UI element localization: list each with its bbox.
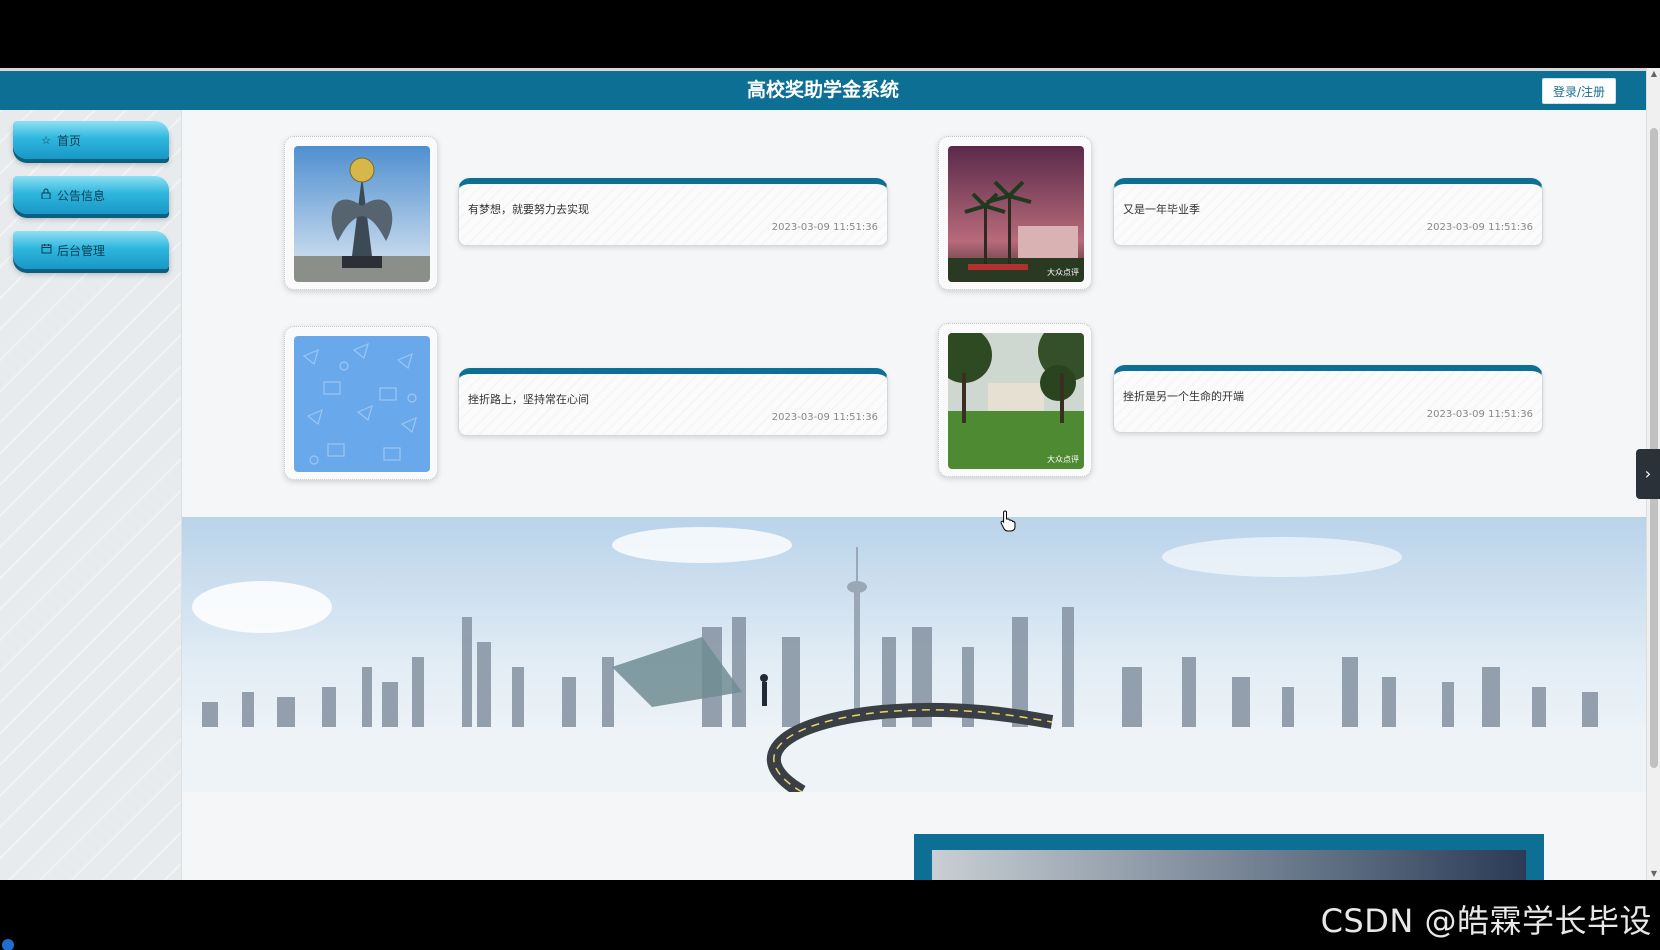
news-thumbnail[interactable]: [284, 136, 438, 290]
csdn-watermark: CSDN @皓霖学长毕设: [1320, 902, 1652, 940]
news-title: 挫折路上，坚持常在心间: [468, 393, 589, 406]
star-icon: ☆: [41, 133, 51, 147]
news-date: 2023-03-09 11:51:36: [771, 412, 878, 423]
sidebar-item-label: 公告信息: [57, 188, 106, 203]
city-skyline-banner: [182, 517, 1646, 792]
main-content: 有梦想，就要努力去实现 2023-03-09 11:51:36 大众点评 又是一…: [182, 110, 1646, 880]
news-title: 挫折是另一个生命的开端: [1123, 390, 1244, 403]
video-letterbox-top: [0, 0, 1660, 68]
news-date: 2023-03-09 11:51:36: [1426, 222, 1533, 233]
sidebar-item-label: 首页: [57, 133, 82, 148]
lock-icon: [39, 188, 53, 202]
featured-image: [932, 850, 1526, 880]
image-watermark: 大众点评: [1047, 268, 1079, 277]
news-title: 又是一年毕业季: [1123, 203, 1200, 216]
sidebar-item-label: 后台管理: [57, 243, 106, 258]
featured-card[interactable]: [914, 834, 1544, 880]
news-card[interactable]: 又是一年毕业季 2023-03-09 11:51:36: [1113, 178, 1543, 246]
news-thumbnail[interactable]: [284, 326, 438, 480]
campus-palm-image: 大众点评: [948, 146, 1084, 282]
news-date: 2023-03-09 11:51:36: [771, 222, 878, 233]
scroll-up-icon[interactable]: ▲: [1647, 68, 1660, 80]
chevron-right-icon: ›: [1644, 464, 1652, 483]
news-title: 有梦想，就要努力去实现: [468, 203, 589, 216]
app-window: 高校奖助学金系统 登录/注册 ☆ 首页 公告信息 后台管理 有梦想，就要努力去实…: [0, 68, 1660, 880]
progress-dot: [2, 939, 14, 950]
sidebar-item-home[interactable]: ☆ 首页: [13, 121, 169, 159]
image-watermark: 大众点评: [1047, 455, 1079, 464]
news-card[interactable]: 挫折路上，坚持常在心间 2023-03-09 11:51:36: [458, 368, 888, 436]
scroll-thumb[interactable]: [1650, 128, 1658, 768]
news-thumbnail[interactable]: 大众点评: [938, 323, 1092, 477]
pattern-image: [294, 336, 430, 472]
scroll-down-icon[interactable]: ▼: [1647, 868, 1660, 880]
login-register-button[interactable]: 登录/注册: [1541, 78, 1616, 104]
sidebar-item-admin[interactable]: 后台管理: [13, 231, 169, 269]
side-panel-toggle[interactable]: ›: [1636, 449, 1660, 499]
sidebar: ☆ 首页 公告信息 后台管理: [0, 110, 182, 880]
calendar-icon: [39, 243, 53, 257]
news-card[interactable]: 挫折是另一个生命的开端 2023-03-09 11:51:36: [1113, 365, 1543, 433]
news-thumbnail[interactable]: 大众点评: [938, 136, 1092, 290]
site-title: 高校奖助学金系统: [746, 79, 899, 101]
news-date: 2023-03-09 11:51:36: [1426, 409, 1533, 420]
sculpture-image: [294, 146, 430, 282]
sidebar-item-announcements[interactable]: 公告信息: [13, 176, 169, 214]
header-bar: 高校奖助学金系统 登录/注册: [0, 71, 1646, 110]
news-card[interactable]: 有梦想，就要努力去实现 2023-03-09 11:51:36: [458, 178, 888, 246]
campus-lawn-image: 大众点评: [948, 333, 1084, 469]
hand-cursor-icon: [1000, 510, 1016, 532]
